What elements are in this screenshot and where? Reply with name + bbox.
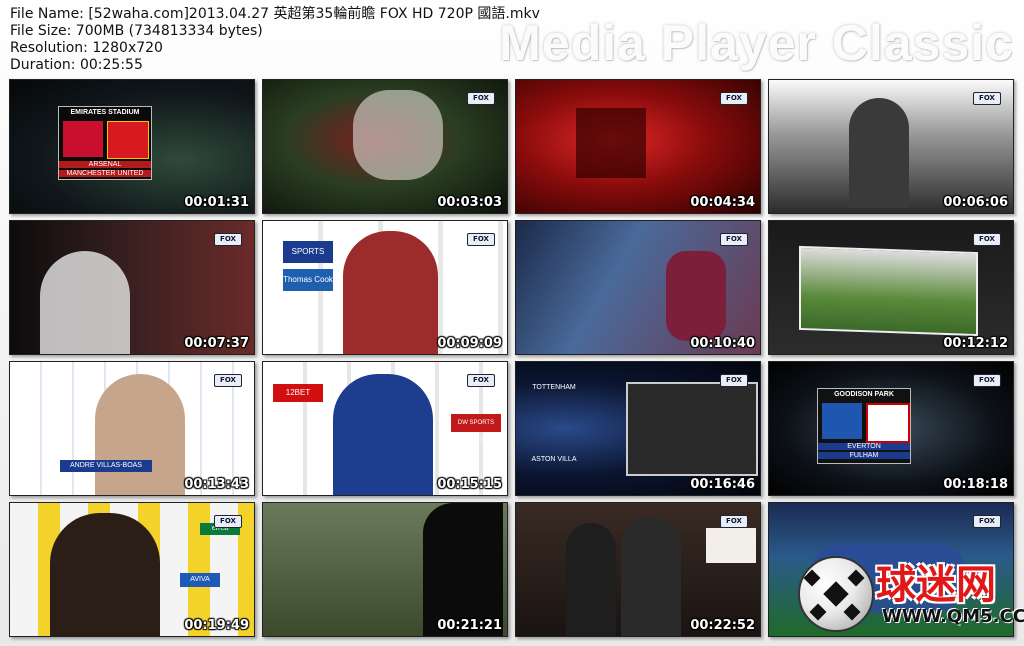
resolution: Resolution: 1280x720 [10,40,163,56]
timestamp: 00:04:34 [690,195,755,210]
manutd-crest-icon [107,121,149,159]
sponsor-board: Thomas Cook [283,269,333,291]
thumbnail-1[interactable]: EMIRATES STADIUM ARSENAL MANCHESTER UNIT… [9,79,255,214]
team-away: FULHAM [818,452,910,459]
timestamp: 00:09:09 [437,336,502,351]
fox-logo-icon: FOX [720,515,748,528]
watermark-text: 球迷网 [876,562,996,608]
manager-figure [50,513,160,636]
timestamp: 00:01:31 [184,195,249,210]
arsenal-crest-icon [63,121,103,157]
timestamp: 00:21:21 [437,618,502,633]
timestamp: 00:13:43 [184,477,249,492]
timestamp: 00:10:40 [690,336,755,351]
soccer-ball-icon [798,556,874,632]
thumbnail-4[interactable]: FOX 00:06:06 [768,79,1014,214]
stadium-panel [626,382,758,476]
fox-logo-icon: FOX [214,374,242,387]
player-figure [666,251,726,341]
thumbnail-12[interactable]: GOODISON PARK EVERTON FULHAM FOX 00:18:1… [768,361,1014,496]
duration: Duration: 00:25:55 [10,57,143,73]
brand-title: Media Player Classic [499,15,1014,71]
match-graphic: EMIRATES STADIUM ARSENAL MANCHESTER UNIT… [58,106,152,180]
player-figure [353,90,443,180]
file-name: File Name: [52waha.com]2013.04.27 英超第35輪… [10,6,540,22]
fox-logo-icon: FOX [214,515,242,528]
watermark: 球迷网 WWW.QM5.CC [798,542,1024,642]
thumbnail-7[interactable]: FOX 00:10:40 [515,220,761,355]
sponsor-board: 12BET [273,384,323,402]
thumbnail-14[interactable]: 00:21:21 [262,502,508,637]
player-figure [40,251,130,354]
match-graphic: GOODISON PARK EVERTON FULHAM [817,388,911,464]
watermark-url: WWW.QM5.CC [882,606,1024,627]
manager-figure [333,374,433,495]
thumbnail-8[interactable]: FOX 00:12:12 [768,220,1014,355]
timestamp: 00:12:12 [943,336,1008,351]
thumbnail-6[interactable]: SPORTS DIRECT.com Thomas Cook FOX 00:09:… [262,220,508,355]
name-caption: ANDRE VILLAS-BOAS [60,460,152,472]
person-figure [566,523,616,636]
thumbnail-11[interactable]: TOTTENHAM ASTON VILLA FOX 00:16:46 [515,361,761,496]
file-info: File Name: [52waha.com]2013.04.27 英超第35輪… [10,6,540,74]
fox-logo-icon: FOX [973,233,1001,246]
fox-logo-icon: FOX [467,92,495,105]
timestamp: 00:07:37 [184,336,249,351]
player-figure [849,98,909,208]
fox-logo-icon: FOX [214,233,242,246]
timestamp: 00:03:03 [437,195,502,210]
timestamp: 00:06:06 [943,195,1008,210]
person-figure [621,517,681,636]
stadium-caption: EMIRATES STADIUM [70,109,140,116]
team-away: MANCHESTER UNITED [59,170,151,177]
manager-figure [343,231,438,354]
stadium-caption: GOODISON PARK [834,391,894,398]
team-home: EVERTON [818,443,910,450]
timestamp: 00:22:52 [690,618,755,633]
team-home: ARSENAL [59,161,151,168]
timestamp: 00:15:15 [437,477,502,492]
silhouette [576,108,646,178]
fox-logo-icon: FOX [973,515,1001,528]
team-label: ASTON VILLA [531,456,577,463]
fox-logo-icon: FOX [720,374,748,387]
manager-figure [95,374,185,495]
fox-logo-icon: FOX [973,92,1001,105]
thumbnail-3[interactable]: FOX 00:04:34 [515,79,761,214]
file-size: File Size: 700MB (734813334 bytes) [10,23,263,39]
timestamp: 00:19:49 [184,618,249,633]
fox-logo-icon: FOX [973,374,1001,387]
thumbnail-13[interactable]: AVIVA errea FOX 00:19:49 [9,502,255,637]
thumbnail-2[interactable]: FOX 00:03:03 [262,79,508,214]
thumbnail-10[interactable]: 12BET DW SPORTS FITNESS FOX 00:15:15 [262,361,508,496]
fox-logo-icon: FOX [720,92,748,105]
team-label: TOTTENHAM [532,384,576,391]
fox-logo-icon: FOX [720,233,748,246]
sponsor-board: DW SPORTS FITNESS [451,414,501,444]
goal-replay-panel [799,245,978,337]
thumbnail-5[interactable]: FOX 00:07:37 [9,220,255,355]
fulham-crest-icon [866,403,910,443]
person-figure [423,503,503,636]
sign-board [706,528,756,563]
fox-logo-icon: FOX [467,233,495,246]
everton-crest-icon [822,403,862,439]
fox-logo-icon: FOX [467,374,495,387]
sponsor-board: AVIVA [180,573,220,587]
timestamp: 00:18:18 [943,477,1008,492]
sponsor-board: SPORTS DIRECT.com [283,241,333,278]
timestamp: 00:16:46 [690,477,755,492]
thumbnail-15[interactable]: FOX 00:22:52 [515,502,761,637]
thumbnail-9[interactable]: ANDRE VILLAS-BOAS FOX 00:13:43 [9,361,255,496]
